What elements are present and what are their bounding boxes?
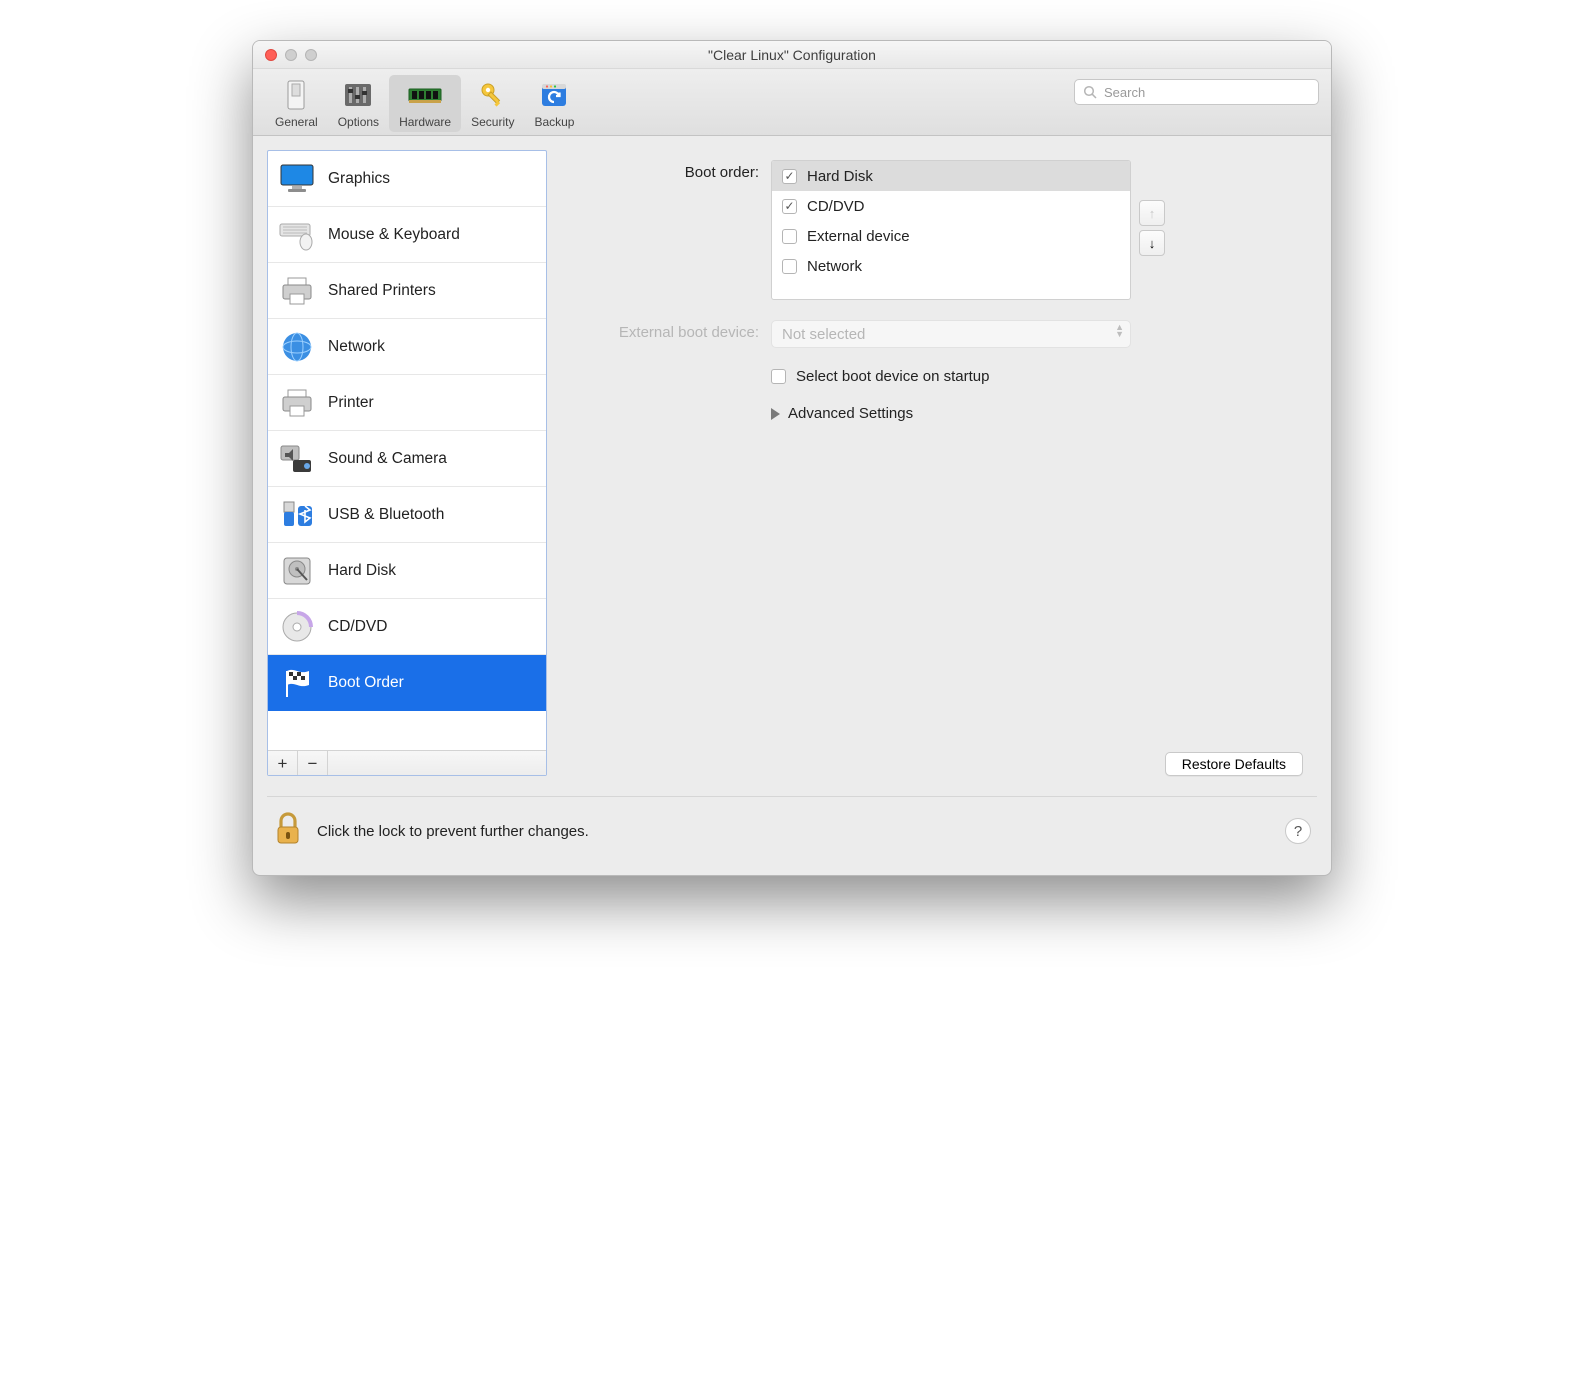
search-icon: [1083, 85, 1097, 99]
titlebar: "Clear Linux" Configuration: [253, 41, 1331, 69]
backup-icon: [536, 77, 572, 113]
boot-item-label: Network: [807, 258, 862, 275]
boot-order-panel: Boot order: Hard Disk CD/DVD: [547, 150, 1317, 776]
advanced-settings-label: Advanced Settings: [788, 405, 913, 422]
boot-item-label: Hard Disk: [807, 168, 873, 185]
globe-icon: [278, 328, 316, 366]
configuration-window: "Clear Linux" Configuration General Opti…: [252, 40, 1332, 876]
toolbar: General Options Hardware Security: [253, 69, 1331, 136]
keyboard-mouse-icon: [278, 216, 316, 254]
sidebar-item-label: Graphics: [328, 170, 390, 188]
remove-device-button[interactable]: −: [298, 751, 328, 775]
disc-icon: [278, 608, 316, 646]
sidebar-item-boot-order[interactable]: Boot Order: [268, 655, 546, 711]
sidebar-item-graphics[interactable]: Graphics: [268, 151, 546, 207]
tab-backup[interactable]: Backup: [524, 75, 584, 132]
boot-order-list[interactable]: Hard Disk CD/DVD External device Ne: [771, 160, 1131, 300]
tab-general[interactable]: General: [265, 75, 328, 132]
tab-security-label: Security: [471, 115, 514, 129]
content-area: Graphics Mouse & Keyboard Shared Printer…: [253, 136, 1331, 776]
sidebar-item-network[interactable]: Network: [268, 319, 546, 375]
checkered-flag-icon: [278, 664, 316, 702]
tab-options[interactable]: Options: [328, 75, 389, 132]
boot-item-label: CD/DVD: [807, 198, 865, 215]
select-on-startup-checkbox[interactable]: [771, 369, 786, 384]
tab-hardware-label: Hardware: [399, 115, 451, 129]
arrow-up-icon: ↑: [1149, 206, 1156, 221]
monitor-icon: [278, 160, 316, 198]
sidebar-item-label: CD/DVD: [328, 618, 387, 636]
external-boot-value: Not selected: [782, 326, 865, 343]
sidebar-item-shared-printers[interactable]: Shared Printers: [268, 263, 546, 319]
move-up-button[interactable]: ↑: [1139, 200, 1165, 226]
arrow-down-icon: ↓: [1149, 236, 1156, 251]
sidebar-item-printer[interactable]: Printer: [268, 375, 546, 431]
usb-bluetooth-icon: [278, 496, 316, 534]
tab-hardware[interactable]: Hardware: [389, 75, 461, 132]
toolbar-tabs: General Options Hardware Security: [265, 75, 584, 132]
stepper-icon: ▲▼: [1115, 324, 1124, 338]
select-on-startup-row[interactable]: Select boot device on startup: [771, 368, 989, 385]
sidebar-footer: + −: [268, 750, 546, 775]
sound-camera-icon: [278, 440, 316, 478]
memory-chip-icon: [407, 77, 443, 113]
restore-defaults-button[interactable]: Restore Defaults: [1165, 752, 1303, 776]
reorder-controls: ↑ ↓: [1139, 200, 1165, 256]
sidebar-item-label: Network: [328, 338, 385, 356]
lock-bar: Click the lock to prevent further change…: [267, 796, 1317, 861]
boot-item-external[interactable]: External device: [772, 221, 1130, 251]
printer-icon: [278, 384, 316, 422]
sliders-icon: [340, 77, 376, 113]
lock-text: Click the lock to prevent further change…: [317, 823, 589, 840]
sidebar-item-cd-dvd[interactable]: CD/DVD: [268, 599, 546, 655]
window-title: "Clear Linux" Configuration: [253, 47, 1331, 63]
tab-security[interactable]: Security: [461, 75, 524, 132]
sidebar-item-sound-camera[interactable]: Sound & Camera: [268, 431, 546, 487]
search-input[interactable]: [1102, 84, 1310, 101]
sidebar-list: Graphics Mouse & Keyboard Shared Printer…: [268, 151, 546, 750]
boot-item-checkbox[interactable]: [782, 199, 797, 214]
switch-icon: [278, 77, 314, 113]
hard-disk-icon: [278, 552, 316, 590]
boot-item-checkbox[interactable]: [782, 259, 797, 274]
move-down-button[interactable]: ↓: [1139, 230, 1165, 256]
sidebar-item-mouse-keyboard[interactable]: Mouse & Keyboard: [268, 207, 546, 263]
sidebar-item-label: Shared Printers: [328, 282, 436, 300]
boot-item-checkbox[interactable]: [782, 169, 797, 184]
boot-item-label: External device: [807, 228, 910, 245]
sidebar-item-usb-bluetooth[interactable]: USB & Bluetooth: [268, 487, 546, 543]
external-boot-label: External boot device:: [571, 320, 771, 341]
sidebar-item-label: Boot Order: [328, 674, 404, 692]
key-icon: [475, 77, 511, 113]
search-field[interactable]: [1074, 79, 1319, 105]
external-boot-select: Not selected ▲▼: [771, 320, 1131, 348]
boot-item-hard-disk[interactable]: Hard Disk: [772, 161, 1130, 191]
tab-general-label: General: [275, 115, 318, 129]
boot-item-network[interactable]: Network: [772, 251, 1130, 281]
help-button[interactable]: ?: [1285, 818, 1311, 844]
sidebar-item-hard-disk[interactable]: Hard Disk: [268, 543, 546, 599]
boot-item-checkbox[interactable]: [782, 229, 797, 244]
tab-backup-label: Backup: [534, 115, 574, 129]
sidebar-item-label: USB & Bluetooth: [328, 506, 444, 524]
advanced-settings-toggle[interactable]: Advanced Settings: [771, 405, 913, 422]
boot-item-cd-dvd[interactable]: CD/DVD: [772, 191, 1130, 221]
add-device-button[interactable]: +: [268, 751, 298, 775]
hardware-sidebar: Graphics Mouse & Keyboard Shared Printer…: [267, 150, 547, 776]
sidebar-item-label: Mouse & Keyboard: [328, 226, 460, 244]
disclosure-triangle-icon: [771, 408, 780, 420]
boot-order-label: Boot order:: [571, 160, 771, 181]
sidebar-item-label: Printer: [328, 394, 374, 412]
tab-options-label: Options: [338, 115, 379, 129]
select-on-startup-label: Select boot device on startup: [796, 368, 989, 385]
printer-icon: [278, 272, 316, 310]
sidebar-item-label: Hard Disk: [328, 562, 396, 580]
sidebar-item-label: Sound & Camera: [328, 450, 447, 468]
lock-icon[interactable]: [273, 811, 303, 851]
